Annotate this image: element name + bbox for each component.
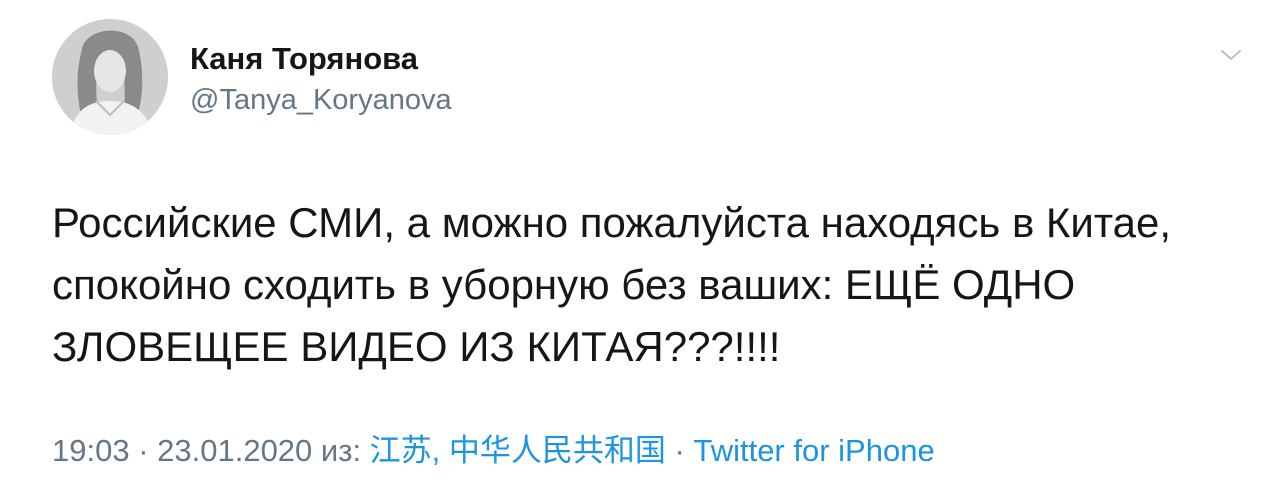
tweet-meta: 19:03 · 23.01.2020 из: 江苏, 中华人民共和国 · Twi… <box>52 425 935 470</box>
location-link[interactable]: 江苏, 中华人民共和国 <box>370 433 666 468</box>
profile-photo-icon <box>52 19 168 135</box>
source-link[interactable]: Twitter for iPhone <box>693 433 934 468</box>
meta-separator: · <box>129 433 158 468</box>
author-handle[interactable]: @Tanya_Koryanova <box>190 84 452 117</box>
author-name[interactable]: Каня Торянова <box>190 41 418 77</box>
tweet-text: Российские СМИ, а можно пожалуйста наход… <box>52 199 1172 370</box>
tweet-date[interactable]: 23.01.2020 <box>157 433 312 468</box>
chevron-down-icon[interactable] <box>1220 44 1242 66</box>
meta-separator: · <box>665 433 694 468</box>
location-prefix: из: <box>312 433 370 468</box>
tweet-card: Каня Торянова @Tanya_Koryanova Российски… <box>0 0 1280 490</box>
tweet-time[interactable]: 19:03 <box>52 433 130 468</box>
avatar[interactable] <box>52 19 168 135</box>
